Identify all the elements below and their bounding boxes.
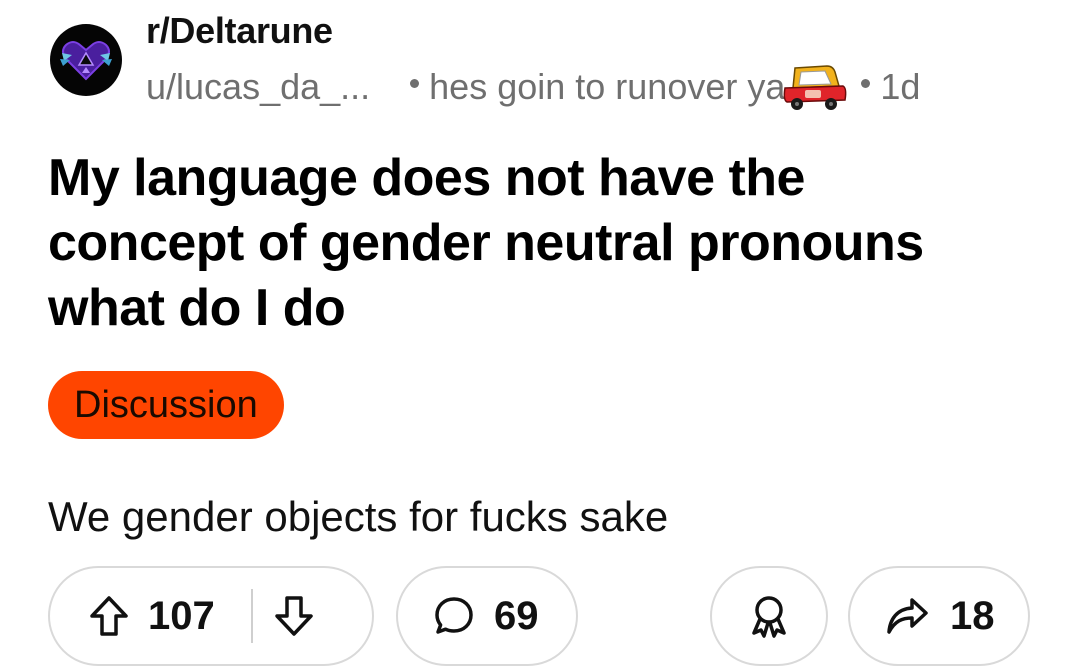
- author-flair-text: hes goin to runover ya: [429, 66, 786, 107]
- comment-count: 69: [494, 593, 539, 638]
- post-meta: u/lucas_da_... hes goin to runover ya 1d: [146, 62, 920, 112]
- comments-button[interactable]: 69: [396, 566, 578, 666]
- award-button[interactable]: [710, 566, 828, 666]
- author-username[interactable]: u/lucas_da_...: [146, 66, 370, 108]
- arrow-down-icon[interactable]: [273, 594, 315, 638]
- share-arrow-icon: [884, 594, 930, 638]
- action-bar: 107 69 18: [48, 566, 1038, 666]
- separator-dot: [410, 78, 420, 88]
- post-age: 1d: [880, 66, 921, 107]
- post-header: r/Deltarune u/lucas_da_... hes goin to r…: [50, 8, 1050, 118]
- subreddit-name[interactable]: r/Deltarune: [146, 10, 333, 52]
- separator-dot: [861, 78, 871, 88]
- subreddit-avatar[interactable]: [50, 24, 122, 96]
- arrow-up-icon[interactable]: [88, 594, 130, 638]
- post-flair-badge[interactable]: Discussion: [48, 371, 284, 439]
- share-button[interactable]: 18: [848, 566, 1030, 666]
- upvote-count: 107: [148, 593, 215, 638]
- share-count: 18: [950, 593, 995, 638]
- toy-car-icon: [781, 62, 849, 112]
- post-title[interactable]: My language does not have the concept of…: [48, 146, 1008, 341]
- vote-control: 107: [48, 566, 374, 666]
- award-ribbon-icon: [746, 593, 792, 639]
- post-body-text: We gender objects for fucks sake: [48, 493, 669, 540]
- speech-bubble-icon: [432, 594, 476, 638]
- vote-divider: [250, 589, 253, 643]
- delta-heart-emblem-icon: [60, 41, 112, 81]
